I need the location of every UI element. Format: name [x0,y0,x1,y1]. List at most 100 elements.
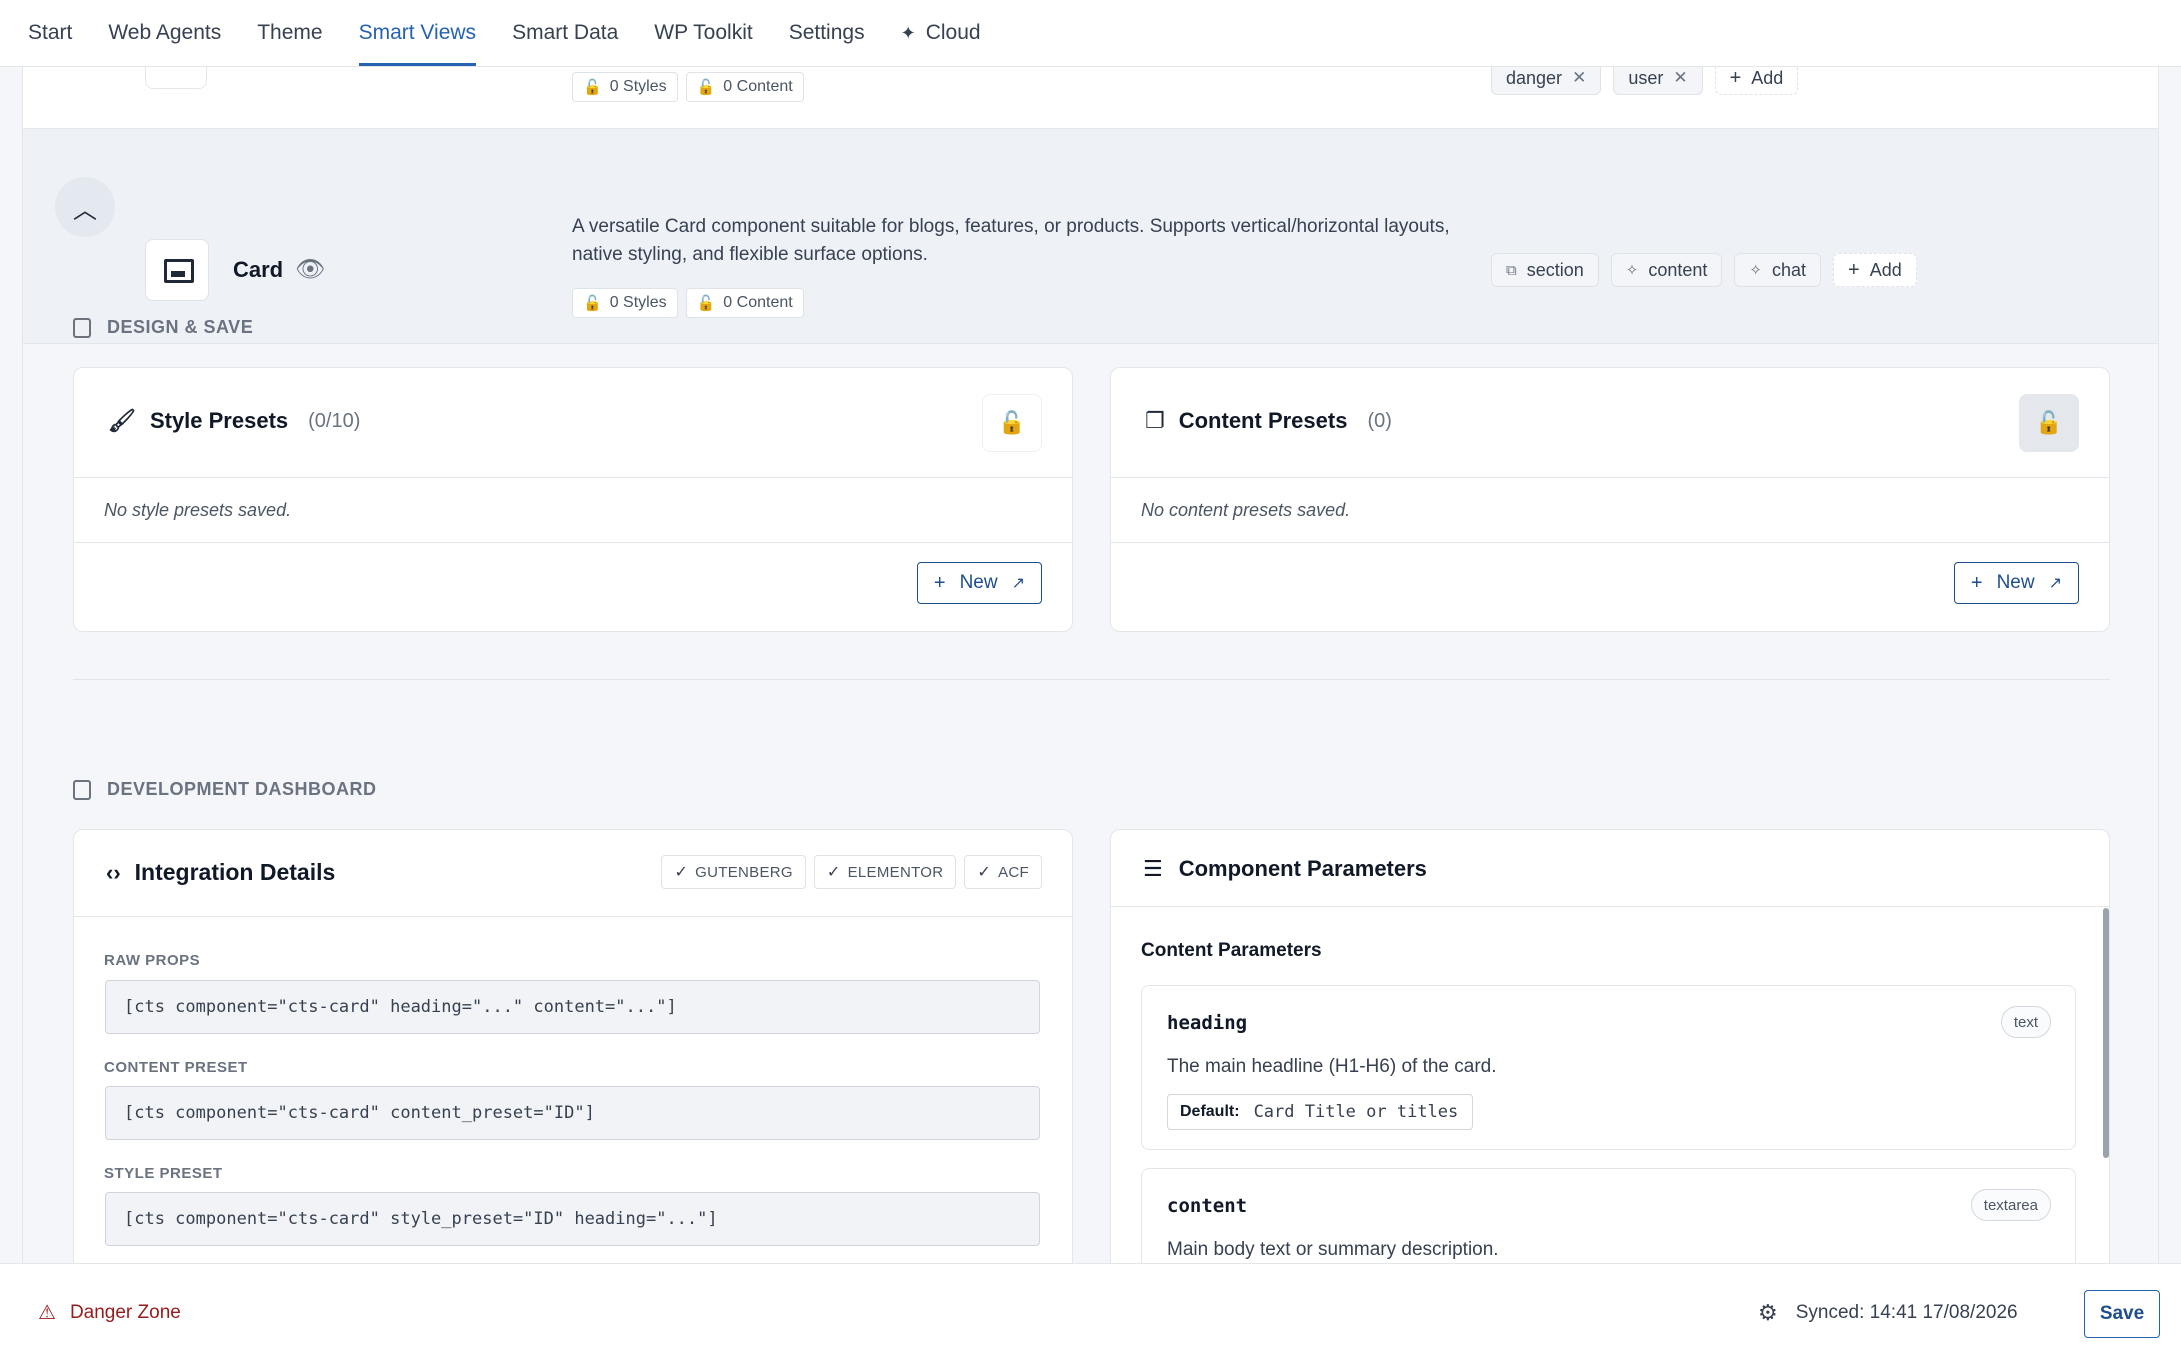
lock-open-icon: 🔓 [2035,410,2063,435]
code-icon: ‹› [106,859,121,885]
tag-chip: ✧ chat [1734,253,1821,287]
tab-label: Theme [257,21,323,44]
collapse-button[interactable]: ︿ [55,177,115,237]
add-tag-button[interactable]: + Add [1833,253,1917,287]
danger-label: Danger Zone [69,1301,181,1323]
component-row[interactable]: 🔓 0 Styles 🔓 0 Content danger ✕ user ✕ + Add [23,67,2158,129]
parameter-name: content [1167,1195,1248,1217]
default-label: Default: [1180,1103,1240,1120]
tab-smart-data[interactable]: Smart Data [512,0,618,66]
plus-icon: + [933,571,946,594]
new-style-preset-button[interactable]: + New ↗ [916,562,1042,604]
tag-label: ELEMENTOR [847,863,944,881]
preset-count: (0/10) [308,409,361,432]
compat-tag: ✓ ELEMENTOR [813,855,957,889]
title-text: Integration Details [134,859,336,885]
content-preset-code[interactable]: [cts component="cts-card" content_preset… [105,1086,1040,1140]
dashboard-icon [73,779,91,800]
external-link-icon: ↗ [2048,575,2062,592]
field-label: STYLE PRESET [104,1165,223,1182]
preset-counts: 🔓 0 Styles 🔓 0 Content [572,72,804,102]
add-label: Add [1751,67,1784,88]
tag-label: chat [1771,259,1806,280]
lock-button[interactable]: 🔓 [982,394,1042,452]
add-label: Add [1869,259,1902,280]
remove-tag-icon[interactable]: ✕ [1572,68,1586,88]
tab-label: Smart Views [358,21,477,44]
component-row-card[interactable]: ︿ Card 👁 A versatile Card component suit… [23,129,2158,344]
tab-label: Cloud [925,21,981,44]
sync-status: ⚙ Synced: 14:41 17/08/2026 [1758,1300,2018,1326]
sparkle-icon: ✧ [1625,262,1639,279]
content-count-badge: 🔓 0 Content [685,72,804,102]
component-parameters-card: ☰ Component Parameters Content Parameter… [1110,829,2110,1263]
remove-tag-icon[interactable]: ✕ [1673,68,1687,88]
card-title: ❐ Content Presets (0) [1145,408,1392,434]
lock-button[interactable]: 🔓 [2019,394,2079,452]
tab-settings[interactable]: Settings [789,0,865,66]
tab-label: Smart Data [512,21,619,44]
external-link-icon: ↗ [1011,575,1025,592]
preview-eye-icon[interactable]: 👁 [295,255,325,284]
add-tag-button[interactable]: + Add [1714,67,1799,95]
save-button[interactable]: Save [2084,1290,2160,1338]
tag-label: content [1648,259,1708,280]
sparkle-icon: ✦ [900,22,916,43]
parameter-default: Default: Card Title or titles [1167,1094,1474,1130]
parameter-type-badge: textarea [1970,1189,2051,1221]
brush-icon: 🖌 [108,408,136,433]
tag-label: GUTENBERG [695,863,793,881]
parameters-scrollbar[interactable] [2103,908,2109,1158]
style-presets-card: 🖌 Style Presets (0/10) 🔓 No style preset… [73,367,1073,632]
style-preset-code[interactable]: [cts component="cts-card" style_preset="… [105,1192,1040,1246]
section-title: DESIGN & SAVE [107,317,254,337]
integration-details-card: ‹› Integration Details ✓ GUTENBERG ✓ ELEME… [73,829,1073,1263]
button-label: New [1996,572,2035,593]
title-text: Content Presets [1178,408,1348,433]
tag-chip: ⧉ section [1491,253,1599,287]
content-count-badge: 🔓 0 Content [685,288,804,318]
card-title: ☰ Component Parameters [1143,856,1427,882]
bottom-action-bar: ⚠ Danger Zone ⚙ Synced: 14:41 17/08/2026… [0,1263,2181,1363]
tab-smart-views[interactable]: Smart Views [358,0,477,66]
card-title: 🖌 Style Presets (0/10) [108,408,360,434]
dev-dashboard-heading: DEVELOPMENT DASHBOARD [73,779,377,800]
empty-state: No content presets saved. [1111,478,2109,543]
compat-tag: ✓ ACF [964,855,1042,889]
danger-zone-link[interactable]: ⚠ Danger Zone [38,1300,181,1325]
card-footer: + New ↗ [1111,543,2109,631]
sparkle-icon: ✧ [1749,262,1762,279]
tab-wp-toolkit[interactable]: WP Toolkit [654,0,752,66]
sliders-icon: ☰ [1143,856,1163,881]
new-content-preset-button[interactable]: + New ↗ [1953,562,2079,604]
warning-icon: ⚠ [38,1302,56,1324]
content-parameters-heading: Content Parameters [1141,940,1322,961]
tag-chip: ✧ content [1610,253,1723,287]
lock-open-icon: 🔓 [998,410,1026,435]
button-label: New [959,572,998,593]
chevron-up-icon: ︿ [73,196,97,224]
tab-label: Web Agents [108,21,222,44]
raw-props-code[interactable]: [cts component="cts-card" heading="..." … [105,980,1040,1034]
parameter-description: The main headline (H1-H6) of the card. [1167,1056,1497,1077]
tab-web-agents[interactable]: Web Agents [108,0,221,66]
tab-label: Start [28,21,73,44]
parameter-item: content textarea Main body text or summa… [1141,1168,2076,1263]
styles-count-badge: 🔓 0 Styles [572,72,678,102]
tab-start[interactable]: Start [28,0,72,66]
section-divider [73,679,2110,680]
preset-counts: 🔓 0 Styles 🔓 0 Content [572,288,804,318]
tab-theme[interactable]: Theme [257,0,322,66]
parameter-type-badge: text [2000,1006,2051,1038]
parameter-description: Main body text or summary description. [1167,1239,1499,1260]
tag-label: user [1628,67,1664,88]
component-panel: 🔓 0 Styles 🔓 0 Content danger ✕ user ✕ + Add … [22,67,2159,1263]
tag-list: danger ✕ user ✕ + Add [1491,67,1799,95]
card-title: ‹› Integration Details [106,859,335,886]
tab-cloud[interactable]: ✦ Cloud [901,0,981,66]
tag-label: section [1526,259,1584,280]
default-value: Card Title or titles [1253,1102,1459,1122]
plus-icon: + [1970,571,1983,594]
badge-text: 0 Content [723,294,793,311]
check-icon: ✓ [977,864,992,881]
